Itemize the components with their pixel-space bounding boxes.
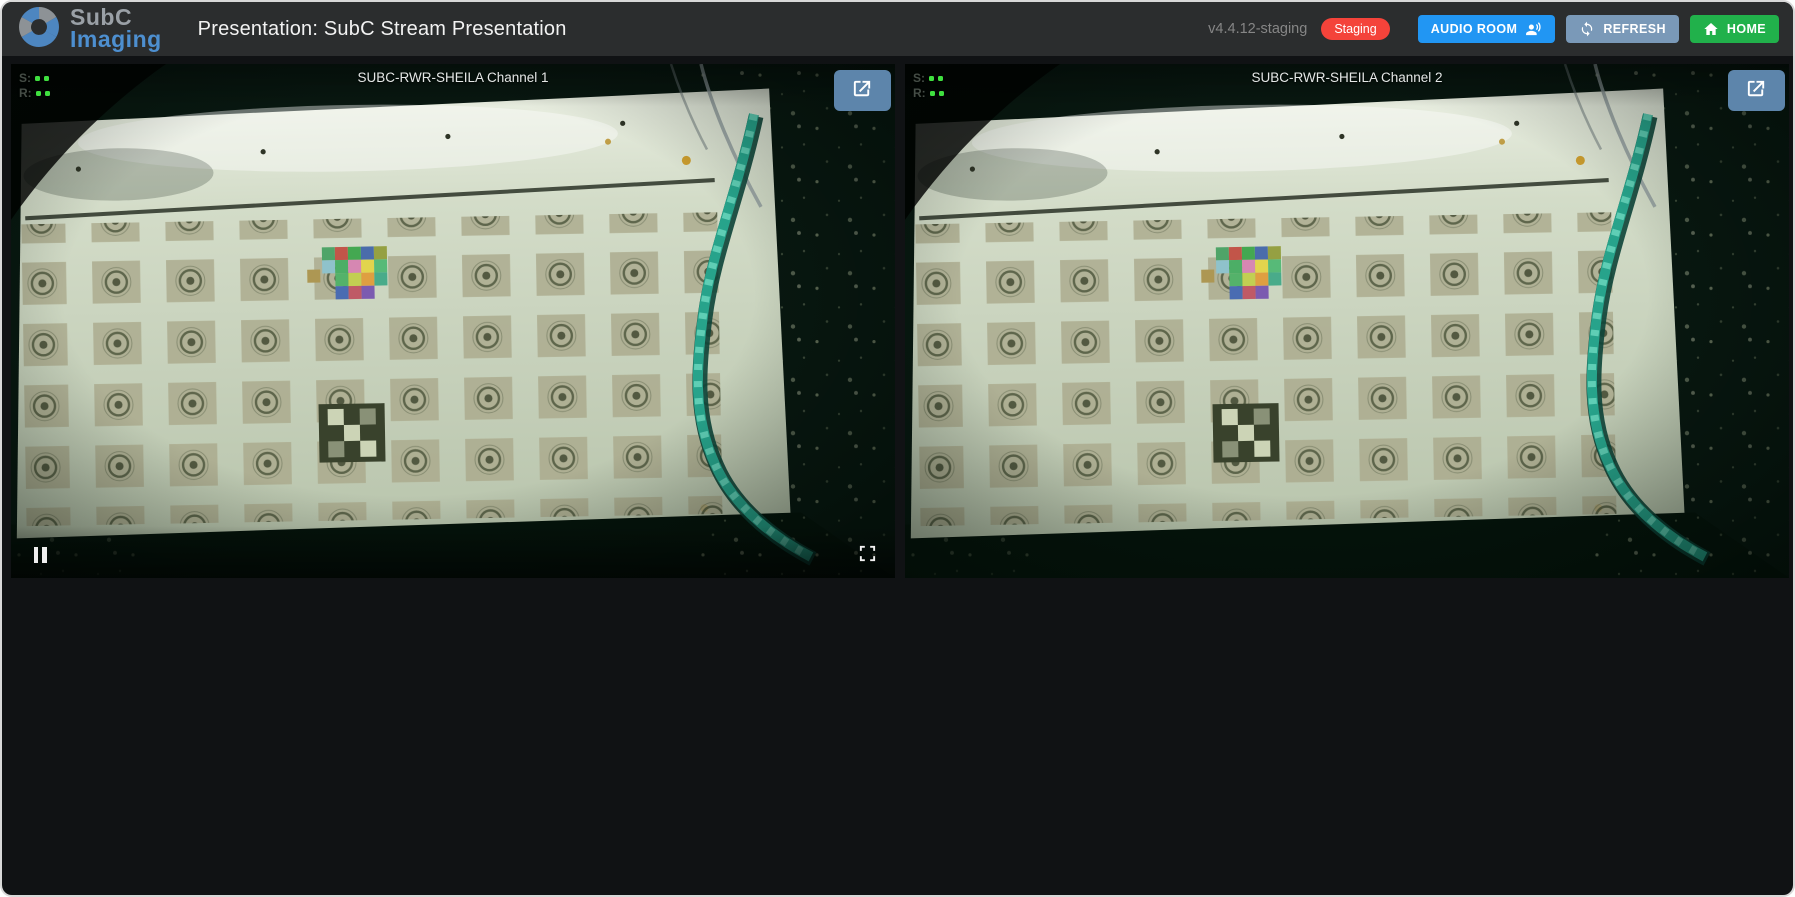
send-status-dot: [938, 76, 943, 81]
send-status-dot: [44, 76, 49, 81]
send-status-row: S:: [19, 71, 50, 85]
header-bar: SubC Imaging Presentation: SubC Stream P…: [2, 2, 1793, 56]
receive-status-dot: [939, 91, 944, 96]
header-right-group: v4.4.12-staging Staging AUDIO ROOM: [1208, 15, 1779, 43]
refresh-button-label: REFRESH: [1603, 22, 1666, 36]
app-window: SubC Imaging Presentation: SubC Stream P…: [0, 0, 1795, 897]
voice-person-icon: [1525, 21, 1542, 38]
staging-badge: Staging: [1321, 18, 1389, 40]
pause-icon: [34, 547, 39, 563]
stream-1-status: S: R:: [19, 71, 50, 100]
version-label: v4.4.12-staging: [1208, 21, 1307, 37]
brand-logo: SubC Imaging: [16, 4, 162, 55]
refresh-button[interactable]: REFRESH: [1566, 15, 1679, 43]
stream-1-open-in-new-button[interactable]: [834, 70, 891, 111]
stream-2-status: S: R:: [913, 71, 944, 100]
stream-1-video[interactable]: [11, 64, 895, 578]
send-status-dot: [929, 76, 934, 81]
stream-panel-1[interactable]: SUBC-RWR-SHEILA Channel 1 S: R:: [11, 64, 895, 578]
receive-status-row: R:: [913, 86, 944, 100]
send-status-label: S:: [913, 71, 925, 85]
aperture-logo-icon: [16, 4, 62, 55]
page-title: Presentation: SubC Stream Presentation: [198, 18, 567, 41]
audio-room-button-label: AUDIO ROOM: [1431, 22, 1518, 36]
home-button-label: HOME: [1727, 22, 1766, 36]
fullscreen-icon: [858, 544, 877, 566]
stream-panel-2[interactable]: SUBC-RWR-SHEILA Channel 2 S: R:: [905, 64, 1789, 578]
stream-2-open-in-new-button[interactable]: [1728, 70, 1785, 111]
brand-line2: Imaging: [70, 29, 162, 51]
sync-icon: [1579, 21, 1595, 37]
open-in-new-icon: [851, 78, 874, 104]
receive-status-label: R:: [19, 86, 32, 100]
open-in-new-icon: [1745, 78, 1768, 104]
audio-room-button[interactable]: AUDIO ROOM: [1418, 15, 1556, 43]
send-status-row: S:: [913, 71, 944, 85]
stream-1-fullscreen-button[interactable]: [855, 544, 879, 566]
receive-status-label: R:: [913, 86, 926, 100]
receive-status-row: R:: [19, 86, 50, 100]
pause-icon: [42, 547, 47, 563]
receive-status-dot: [45, 91, 50, 96]
stream-1-pause-button[interactable]: [29, 545, 51, 565]
home-button[interactable]: HOME: [1690, 15, 1779, 43]
send-status-dot: [35, 76, 40, 81]
streams-area: SUBC-RWR-SHEILA Channel 1 S: R:: [2, 56, 1793, 578]
send-status-label: S:: [19, 71, 31, 85]
receive-status-dot: [36, 91, 41, 96]
receive-status-dot: [930, 91, 935, 96]
home-icon: [1703, 21, 1719, 37]
brand-wordmark: SubC Imaging: [70, 7, 162, 51]
stream-2-video[interactable]: [905, 64, 1789, 578]
